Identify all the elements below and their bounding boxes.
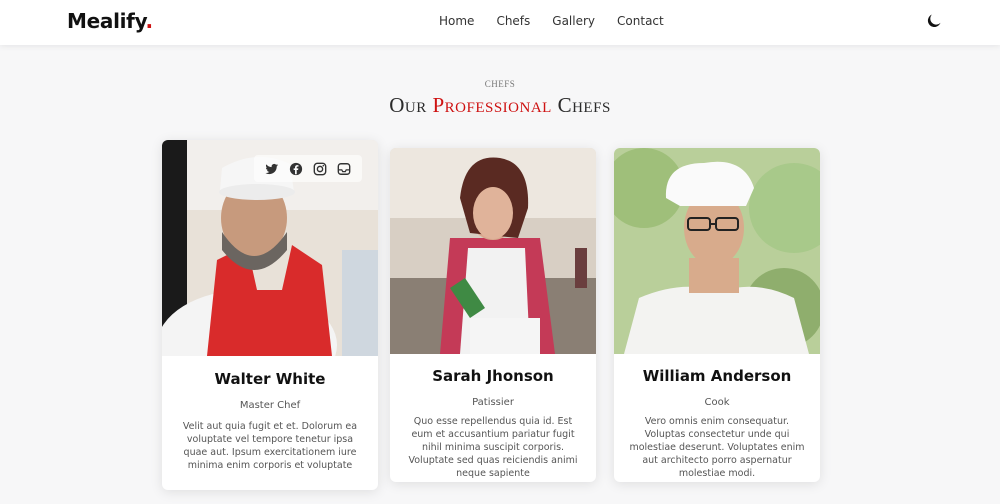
linkedin-icon[interactable] <box>337 162 351 176</box>
title-part2: Chefs <box>551 93 611 117</box>
site-logo[interactable]: Mealify. <box>67 9 153 33</box>
dark-mode-toggle-icon[interactable] <box>926 13 942 29</box>
instagram-icon[interactable] <box>313 162 327 176</box>
nav-gallery[interactable]: Gallery <box>552 14 595 28</box>
social-links <box>254 155 362 182</box>
chef-photo <box>390 148 596 354</box>
nav-contact[interactable]: Contact <box>617 14 664 28</box>
chef-card: William Anderson Cook Vero omnis enim co… <box>614 148 820 482</box>
chef-photo <box>614 148 820 354</box>
twitter-icon[interactable] <box>265 162 279 176</box>
facebook-icon[interactable] <box>289 162 303 176</box>
chef-card: Sarah Jhonson Patissier Quo esse repelle… <box>390 148 596 482</box>
section-title: Our Professional Chefs <box>0 93 1000 118</box>
main-nav: Home Chefs Gallery Contact <box>439 14 686 28</box>
chef-role: Cook <box>704 397 730 408</box>
chef-name: William Anderson <box>642 367 792 385</box>
chef-description: Vero omnis enim consequatur. Voluptas co… <box>629 416 805 479</box>
chef-description: Velit aut quia fugit et et. Dolorum ea v… <box>182 421 358 471</box>
title-accent: Professional <box>432 93 552 117</box>
chef-role: Patissier <box>472 397 514 408</box>
chef-role: Master Chef <box>239 400 301 411</box>
site-header: Mealify. Home Chefs Gallery Contact <box>0 0 1000 45</box>
chef-name: Sarah Jhonson <box>432 367 554 385</box>
nav-chefs[interactable]: Chefs <box>496 14 530 28</box>
brand-dot: . <box>145 9 153 33</box>
brand-name: Mealify <box>67 9 146 33</box>
title-part1: Our <box>389 93 433 117</box>
section-subtitle: CHEFS <box>484 79 516 89</box>
chef-description: Quo esse repellendus quia id. Est eum et… <box>408 416 578 479</box>
nav-home[interactable]: Home <box>439 14 474 28</box>
chef-card: Walter White Master Chef Velit aut quia … <box>162 140 378 490</box>
chef-name: Walter White <box>214 370 326 388</box>
